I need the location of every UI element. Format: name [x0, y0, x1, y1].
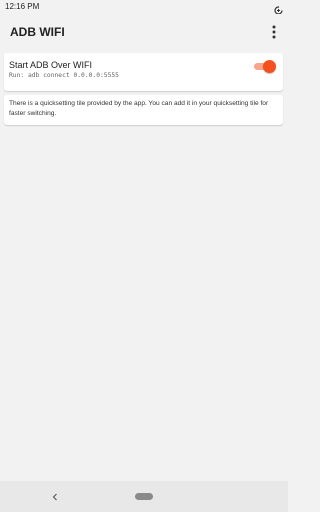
switch-thumb [263, 60, 276, 73]
adb-wifi-switch[interactable] [254, 60, 276, 73]
status-bar: 12:16 PM [0, 0, 288, 15]
back-chevron-icon[interactable] [50, 490, 60, 502]
adb-toggle-card[interactable]: Start ADB Over WIFI Run: adb connect 0.0… [4, 53, 283, 91]
system-nav-bar [0, 481, 288, 512]
home-pill-icon[interactable] [135, 493, 153, 500]
data-saver-icon [274, 2, 283, 15]
quicksetting-info-card: There is a quicksetting tile provided by… [4, 95, 283, 125]
adb-connect-command: Run: adb connect 0.0.0.0:5555 [9, 72, 119, 79]
status-time: 12:16 PM [5, 2, 40, 11]
adb-toggle-title: Start ADB Over WIFI [9, 60, 93, 70]
app-title: ADB WIFI [10, 25, 65, 39]
app-bar: ADB WIFI [0, 14, 288, 50]
quicksetting-info-text: There is a quicksetting tile provided by… [9, 100, 269, 117]
more-vert-icon[interactable] [266, 22, 282, 42]
